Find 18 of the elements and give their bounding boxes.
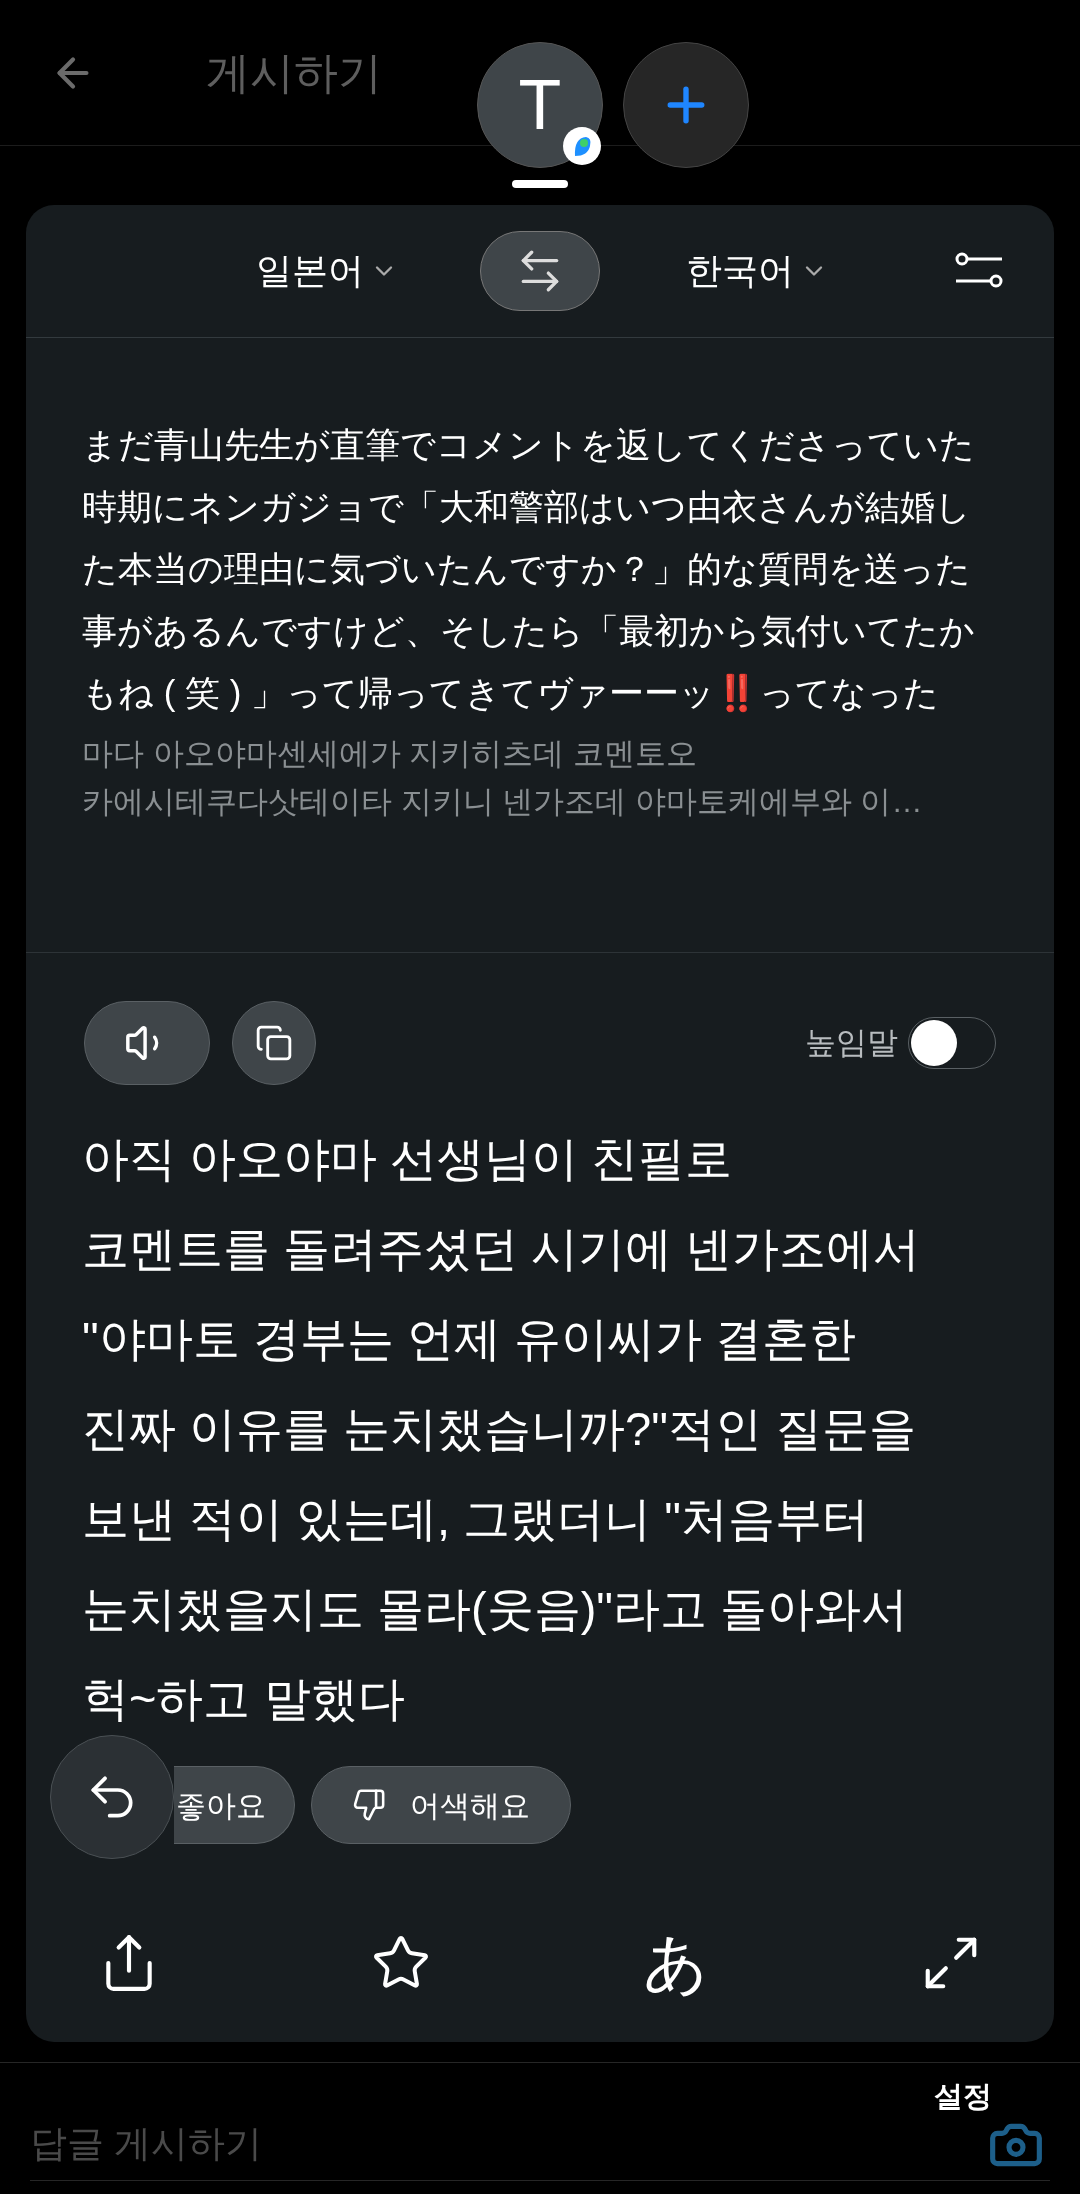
- page-title: 게시하기: [206, 46, 382, 99]
- honorific-label: 높임말: [805, 1023, 898, 1062]
- like-button[interactable]: 좋아요: [174, 1766, 295, 1844]
- translate-bubble[interactable]: T: [477, 42, 603, 168]
- settings-label[interactable]: 설정: [934, 2075, 992, 2119]
- drag-handle[interactable]: [512, 180, 568, 188]
- translated-text: 아직 아오야마 선생님이 친필로 코멘트를 돌려주셨던 시기에 넨가조에서 "야마토 경부는 언제 유이씨가 결혼한 진짜 이유를 눈치챘습니까?"적인 질문을 보낸 적이 있는데, 그랬더니 "처음부터 눈치챘을지도 몰라(웃음)"라고 돌아와서 헉~하고 말했다: [81, 1131, 922, 1727]
- target-language-dropdown[interactable]: 한국어: [686, 244, 828, 298]
- source-language-dropdown[interactable]: 일본어: [256, 244, 398, 298]
- reply-field[interactable]: 답글 게시하기: [30, 2111, 930, 2177]
- original-text: まだ青山先生が直筆でコメントを返してくださっていた時期にネンガジョで「大和警部はいつ由衣さんが結婚した本当の理由に気づいたんですか？」的な質問を送った事があるんですけど、そしたら「最初から気付いてたかもね ( 笑 ) 」って帰ってきてヴァーーッ‼ってなった: [82, 424, 976, 714]
- kana-button[interactable]: あ: [642, 1928, 709, 1998]
- thumbs-down-icon: [352, 1788, 386, 1822]
- parrot-badge-icon: [562, 126, 602, 166]
- dislike-button[interactable]: 어색해요: [311, 1766, 571, 1844]
- copy-icon: [255, 1024, 293, 1062]
- honorific-toggle[interactable]: [908, 1017, 996, 1069]
- pronunciation-text: 마다 아오야마센세에가 지키히츠데 코멘토오 카에시테쿠다삿테이타 지키니 넨가조데 야마토케에부와 이…: [82, 735, 924, 821]
